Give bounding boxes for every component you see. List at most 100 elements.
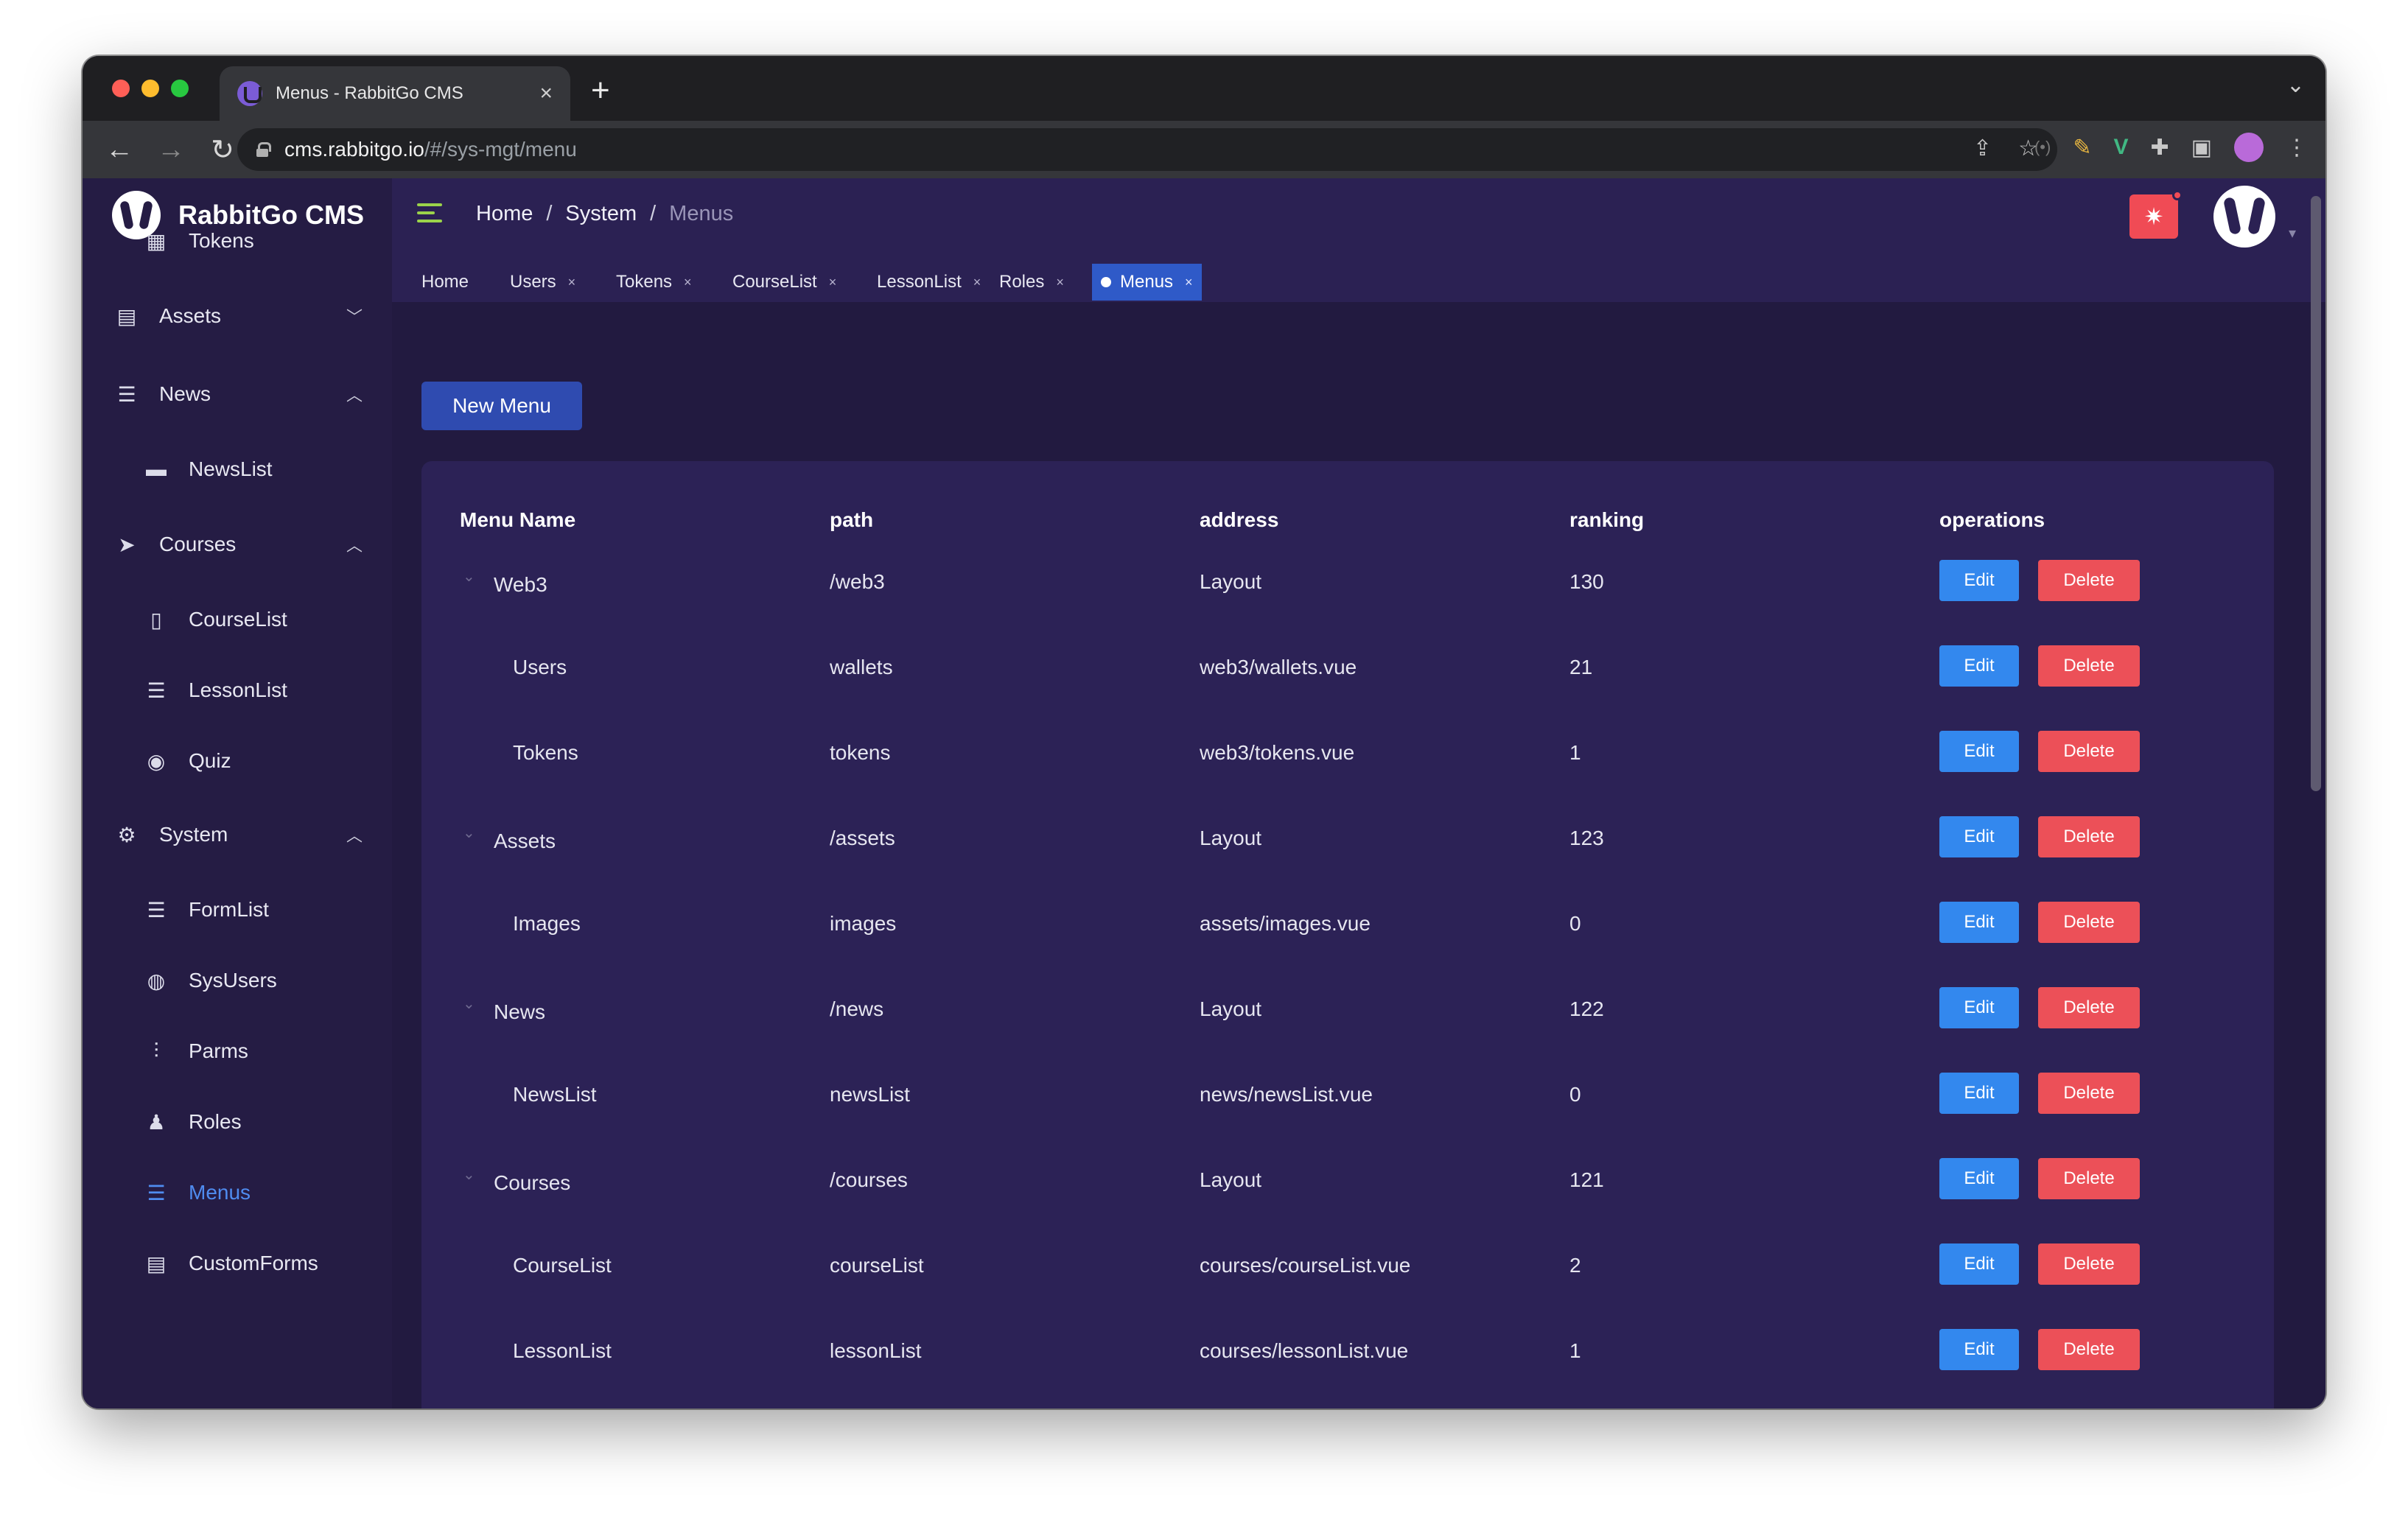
sidebar-item-lessonlist[interactable]: ☰ LessonList xyxy=(83,664,392,716)
header-menu-name[interactable]: Menu Name xyxy=(460,508,575,532)
delete-button[interactable]: Delete xyxy=(2038,731,2140,772)
expand-chevron-icon[interactable]: ⌄ xyxy=(463,1165,475,1184)
delete-button[interactable]: Delete xyxy=(2038,987,2140,1028)
chevron-down-icon[interactable]: ⌄ xyxy=(2286,72,2305,98)
tag-roles[interactable]: Roles × xyxy=(990,264,1073,301)
header-path[interactable]: path xyxy=(830,508,873,532)
edit-button[interactable]: Edit xyxy=(1939,987,2019,1028)
minimize-window-button[interactable] xyxy=(141,80,159,97)
cell-address: assets/images.vue xyxy=(1200,912,1371,935)
menu-collapse-icon[interactable] xyxy=(417,203,442,224)
tag-close-icon[interactable]: × xyxy=(829,275,837,290)
address-bar[interactable]: cms.rabbitgo.io/#/sys-mgt/menu ⇪ ☆ xyxy=(237,128,2057,171)
sidebar-item-formlist[interactable]: ☰ FormList xyxy=(83,884,392,936)
tag-home[interactable]: Home xyxy=(413,264,477,301)
tag-close-icon[interactable]: × xyxy=(973,275,981,290)
cell-path: /assets xyxy=(830,827,895,849)
delete-button[interactable]: Delete xyxy=(2038,902,2140,943)
chevron-up-icon[interactable]: ︿ xyxy=(346,382,363,406)
cell-ranking: 0 xyxy=(1569,912,1581,935)
chevron-up-icon[interactable]: ︿ xyxy=(346,533,363,556)
back-arrow-icon[interactable]: ← xyxy=(105,134,134,166)
cell-path: courseList xyxy=(830,1254,924,1277)
share-icon[interactable]: ⇪ xyxy=(1973,136,1992,161)
lock-icon[interactable] xyxy=(256,142,271,157)
reload-icon[interactable]: ↻ xyxy=(208,133,237,166)
expand-chevron-icon[interactable]: ⌄ xyxy=(463,567,475,586)
edit-button[interactable]: Edit xyxy=(1939,902,2019,943)
tag-close-icon[interactable]: × xyxy=(1185,275,1193,290)
table-row: ⌄ Web3/web3 Layout 130 Edit Delete xyxy=(421,551,2274,636)
breadcrumb-home[interactable]: Home xyxy=(476,202,533,226)
expand-chevron-icon[interactable]: ⌄ xyxy=(463,994,475,1013)
puzzle-icon[interactable]: ✚ xyxy=(2151,135,2169,161)
new-menu-button[interactable]: New Menu xyxy=(421,382,582,430)
page-scrollbar[interactable] xyxy=(2311,181,2321,1404)
delete-button[interactable]: Delete xyxy=(2038,645,2140,687)
vue-devtools-icon[interactable]: V xyxy=(2113,135,2128,160)
delete-button[interactable]: Delete xyxy=(2038,560,2140,601)
edit-button[interactable]: Edit xyxy=(1939,1329,2019,1370)
caret-down-icon[interactable]: ▾ xyxy=(2289,224,2296,242)
edit-button[interactable]: Edit xyxy=(1939,1073,2019,1114)
cell-ranking: 121 xyxy=(1569,1168,1604,1191)
menu-table: Menu Name path address ranking operation… xyxy=(421,461,2274,1409)
sidebar-item-system[interactable]: ⚙ System ︿ xyxy=(83,809,392,860)
sidebar-item-quiz[interactable]: ◉ Quiz xyxy=(83,735,392,787)
extension-broadcast-icon[interactable]: (•) xyxy=(2034,138,2051,157)
delete-button[interactable]: Delete xyxy=(2038,1158,2140,1199)
tag-close-icon[interactable]: × xyxy=(684,275,692,290)
header-address[interactable]: address xyxy=(1200,508,1278,532)
sidebar-item-courselist[interactable]: ▯ CourseList xyxy=(83,594,392,645)
user-avatar[interactable] xyxy=(2213,186,2275,248)
extension-pencil-icon[interactable]: ✎ xyxy=(2073,135,2091,161)
tag-label: Menus xyxy=(1120,272,1174,292)
tag-tokens[interactable]: Tokens × xyxy=(607,264,701,301)
tag-users[interactable]: Users × xyxy=(501,264,584,301)
chevron-down-icon[interactable]: ﹀ xyxy=(346,304,363,328)
scrollbar-thumb[interactable] xyxy=(2311,196,2321,791)
browser-window: Menus - RabbitGo CMS × + ⌄ ← → ↻ cms.rab… xyxy=(83,56,2325,1409)
sidebar-item-parms[interactable]: ⫶ Parms xyxy=(83,1025,392,1077)
tag-close-icon[interactable]: × xyxy=(568,275,576,290)
delete-button[interactable]: Delete xyxy=(2038,1073,2140,1114)
header-ranking[interactable]: ranking xyxy=(1569,508,1644,532)
edit-button[interactable]: Edit xyxy=(1939,645,2019,687)
sidebar-item-courses[interactable]: ➤ Courses ︿ xyxy=(83,519,392,570)
tag-courselist[interactable]: CourseList × xyxy=(724,264,845,301)
edit-button[interactable]: Edit xyxy=(1939,731,2019,772)
delete-button[interactable]: Delete xyxy=(2038,816,2140,857)
edit-button[interactable]: Edit xyxy=(1939,816,2019,857)
chevron-up-icon[interactable]: ︿ xyxy=(346,823,363,846)
sidebar-item-sysusers[interactable]: ◍ SysUsers xyxy=(83,955,392,1006)
new-tab-button[interactable]: + xyxy=(591,72,610,109)
close-window-button[interactable] xyxy=(112,80,130,97)
breadcrumb-system[interactable]: System xyxy=(565,202,637,226)
sidebar-item-menus[interactable]: ☰ Menus xyxy=(83,1167,392,1218)
close-tab-icon[interactable]: × xyxy=(539,81,553,106)
forward-arrow-icon[interactable]: → xyxy=(156,134,186,166)
edit-button[interactable]: Edit xyxy=(1939,560,2019,601)
bug-report-button[interactable]: ✷ xyxy=(2129,190,2183,239)
tags-view: Home Users × Tokens × CourseList × LessonList × R… xyxy=(392,255,2325,302)
browser-tab-active[interactable]: Menus - RabbitGo CMS × xyxy=(220,66,570,121)
maximize-window-button[interactable] xyxy=(171,80,189,97)
profile-avatar-icon[interactable] xyxy=(2234,133,2264,162)
delete-button[interactable]: Delete xyxy=(2038,1243,2140,1285)
sidebar-item-tokens[interactable]: ▦ Tokens xyxy=(83,215,392,267)
sidepanel-icon[interactable]: ▣ xyxy=(2191,135,2212,161)
tag-close-icon[interactable]: × xyxy=(1056,275,1064,290)
tag-lessonlist[interactable]: LessonList × xyxy=(868,264,990,301)
tag-menus[interactable]: Menus × xyxy=(1092,264,1202,301)
sidebar-item-assets[interactable]: ▤ Assets ﹀ xyxy=(83,290,392,342)
edit-button[interactable]: Edit xyxy=(1939,1243,2019,1285)
expand-chevron-icon[interactable]: ⌄ xyxy=(463,824,475,842)
sidebar-item-news[interactable]: ☰ News ︿ xyxy=(83,368,392,420)
sidebar-item-roles[interactable]: ♟ Roles xyxy=(83,1096,392,1148)
sidebar-item-newslist[interactable]: ▬ NewsList xyxy=(83,443,392,495)
more-vertical-icon[interactable]: ⋮ xyxy=(2286,135,2308,161)
delete-button[interactable]: Delete xyxy=(2038,1329,2140,1370)
edit-button[interactable]: Edit xyxy=(1939,1158,2019,1199)
sidebar-item-label: NewsList xyxy=(189,457,273,480)
sidebar-item-customforms[interactable]: ▤ CustomForms xyxy=(83,1238,392,1289)
